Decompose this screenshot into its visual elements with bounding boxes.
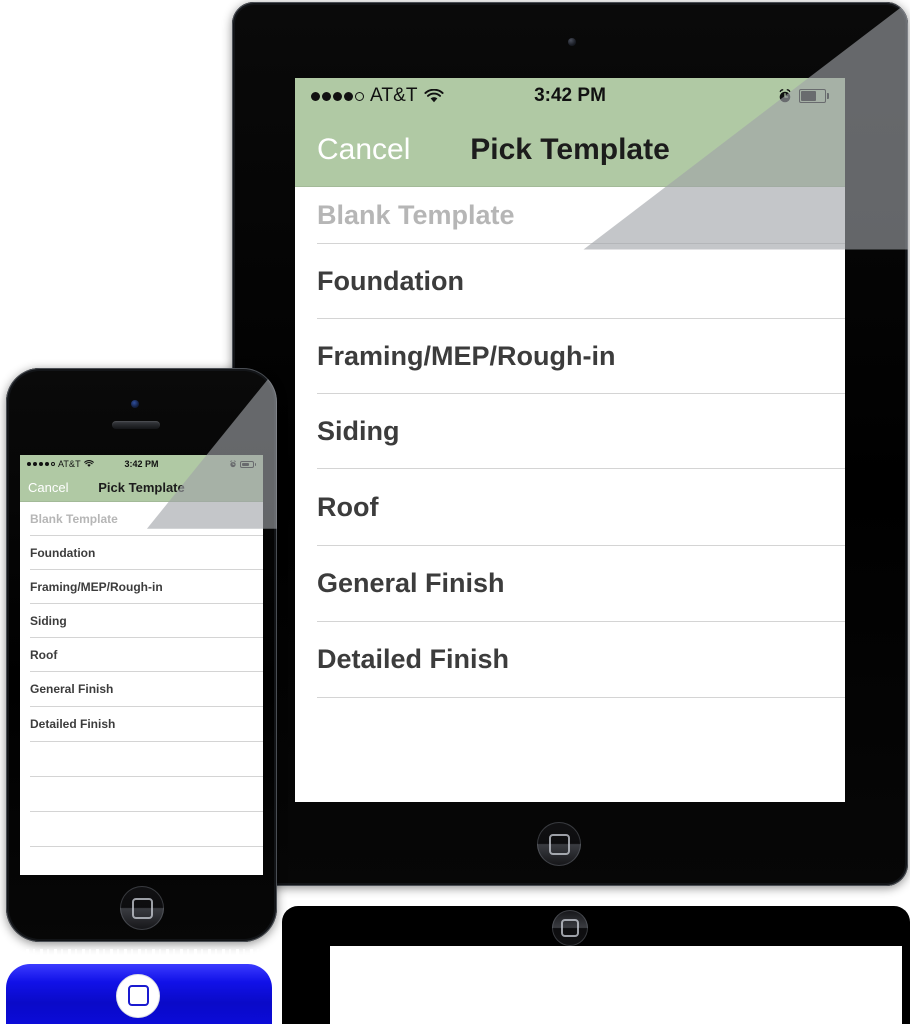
list-item-label: Siding bbox=[30, 613, 67, 628]
list-item-siding[interactable]: Siding bbox=[295, 394, 845, 468]
list-item-detailed-finish[interactable]: Detailed Finish bbox=[20, 707, 263, 741]
tablet-screen: AT&T 3:42 PM Cancel Pick Template Blank … bbox=[295, 78, 845, 802]
tablet-reflection-screen bbox=[330, 946, 902, 1024]
phone-status-bar: AT&T 3:42 PM bbox=[20, 455, 263, 473]
earpiece-speaker-icon bbox=[112, 421, 160, 429]
list-item-label: Siding bbox=[317, 415, 400, 446]
list-item-label: Foundation bbox=[30, 545, 96, 560]
list-empty-row bbox=[20, 777, 263, 811]
list-item-blank-template[interactable]: Blank Template bbox=[295, 187, 845, 243]
status-bar-right bbox=[159, 460, 257, 468]
status-bar-center: 3:42 PM bbox=[125, 459, 159, 469]
list-item-label: Blank Template bbox=[317, 199, 515, 230]
clock-label: 3:42 PM bbox=[124, 459, 159, 469]
phone-reflection-home-button bbox=[116, 974, 160, 1018]
list-item-roof[interactable]: Roof bbox=[295, 469, 845, 545]
clock-label: 3:42 PM bbox=[534, 85, 606, 106]
list-empty-row bbox=[295, 698, 845, 772]
list-item-label: Framing/MEP/Rough-in bbox=[30, 579, 163, 594]
phone-screen: AT&T 3:42 PM Cancel Pick Template Blank … bbox=[20, 455, 263, 875]
list-item-framing-mep-rough-in[interactable]: Framing/MEP/Rough-in bbox=[295, 319, 845, 393]
front-camera-icon bbox=[131, 400, 139, 408]
cancel-button[interactable]: Cancel bbox=[28, 480, 68, 495]
home-button-icon bbox=[131, 897, 153, 919]
status-bar-right bbox=[606, 88, 829, 104]
tablet-reflection-home-button bbox=[552, 910, 588, 946]
list-item-roof[interactable]: Roof bbox=[20, 638, 263, 671]
tablet-device: AT&T 3:42 PM Cancel Pick Template Blank … bbox=[232, 2, 908, 886]
list-item-label: Roof bbox=[317, 491, 379, 522]
reflection-smear bbox=[288, 900, 898, 905]
front-camera-icon bbox=[568, 38, 576, 46]
list-item-label: Detailed Finish bbox=[30, 717, 116, 731]
alarm-clock-icon bbox=[230, 460, 236, 468]
phone-device: AT&T 3:42 PM Cancel Pick Template Blank … bbox=[6, 368, 277, 942]
home-button-icon bbox=[561, 919, 579, 937]
cancel-button[interactable]: Cancel bbox=[317, 133, 410, 167]
list-item-siding[interactable]: Siding bbox=[20, 604, 263, 637]
list-item-general-finish[interactable]: General Finish bbox=[295, 546, 845, 621]
list-empty-row bbox=[20, 847, 263, 875]
list-empty-row bbox=[20, 812, 263, 846]
status-bar-center: 3:42 PM bbox=[534, 85, 606, 107]
phone-reflection bbox=[6, 964, 272, 1024]
tablet-ios-app: AT&T 3:42 PM Cancel Pick Template Blank … bbox=[295, 78, 845, 802]
carrier-label: AT&T bbox=[370, 85, 418, 106]
screenshot-canvas: AT&T 3:42 PM Cancel Pick Template Blank … bbox=[0, 0, 910, 1024]
list-item-label: General Finish bbox=[30, 682, 114, 696]
signal-strength-icon bbox=[311, 91, 364, 101]
tablet-navigation-bar: Cancel Pick Template bbox=[295, 114, 845, 187]
phone-ios-app: AT&T 3:42 PM Cancel Pick Template Blank … bbox=[20, 455, 263, 875]
list-item-general-finish[interactable]: General Finish bbox=[20, 672, 263, 706]
tablet-home-button[interactable] bbox=[537, 822, 581, 866]
carrier-label: AT&T bbox=[58, 459, 81, 469]
home-button-icon bbox=[548, 833, 570, 855]
tablet-template-list: Blank Template Foundation Framing/MEP/Ro… bbox=[295, 187, 845, 802]
alarm-clock-icon bbox=[779, 89, 791, 103]
list-item-foundation[interactable]: Foundation bbox=[20, 536, 263, 569]
list-item-framing-mep-rough-in[interactable]: Framing/MEP/Rough-in bbox=[20, 570, 263, 603]
list-empty-row bbox=[20, 742, 263, 776]
home-button-icon bbox=[127, 985, 149, 1007]
status-bar-left: AT&T bbox=[311, 85, 534, 107]
reflection-smear bbox=[26, 949, 284, 956]
phone-navigation-bar: Cancel Pick Template bbox=[20, 473, 263, 502]
list-item-detailed-finish[interactable]: Detailed Finish bbox=[295, 622, 845, 697]
list-item-label: Roof bbox=[30, 647, 58, 662]
list-item-label: Foundation bbox=[317, 265, 464, 296]
tablet-reflection bbox=[282, 906, 910, 1024]
list-item-label: Detailed Finish bbox=[317, 644, 510, 674]
list-item-blank-template[interactable]: Blank Template bbox=[20, 502, 263, 535]
signal-strength-icon bbox=[27, 462, 55, 466]
list-item-foundation[interactable]: Foundation bbox=[295, 244, 845, 318]
battery-icon bbox=[240, 460, 257, 468]
list-item-label: Framing/MEP/Rough-in bbox=[317, 340, 616, 371]
phone-template-list: Blank Template Foundation Framing/MEP/Ro… bbox=[20, 502, 263, 875]
list-item-label: Blank Template bbox=[30, 511, 118, 526]
battery-icon bbox=[799, 89, 829, 103]
wifi-icon bbox=[83, 460, 94, 467]
phone-home-button[interactable] bbox=[120, 886, 164, 930]
list-item-label: General Finish bbox=[317, 568, 505, 598]
wifi-icon bbox=[424, 88, 444, 102]
tablet-status-bar: AT&T 3:42 PM bbox=[295, 78, 845, 114]
status-bar-left: AT&T bbox=[27, 459, 125, 469]
